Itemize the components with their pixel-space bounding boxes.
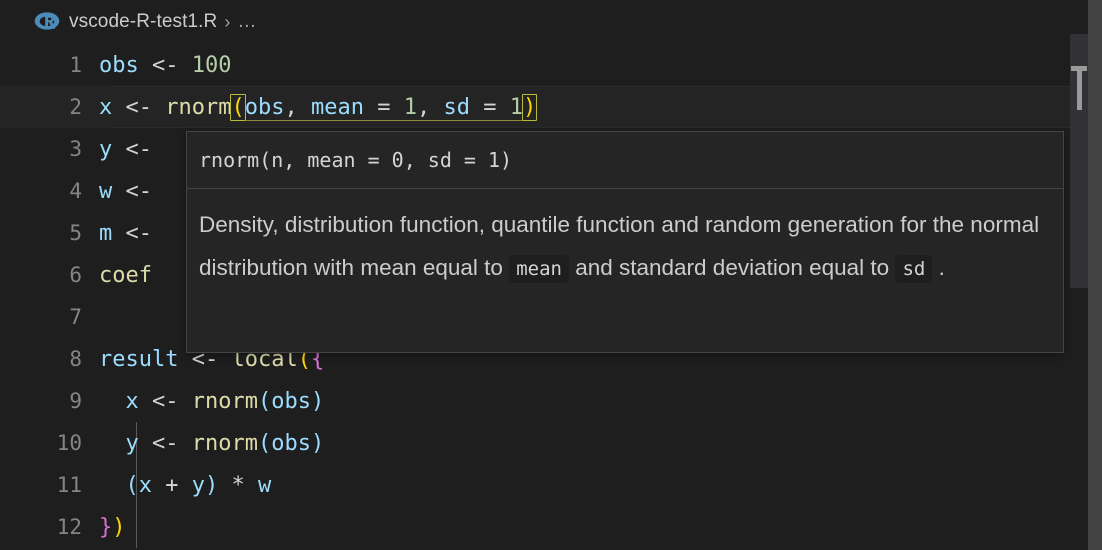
code-line[interactable]: 12 }) bbox=[0, 506, 1070, 548]
token-argument: obs bbox=[271, 388, 311, 414]
token-variable: obs bbox=[99, 52, 139, 78]
breadcrumb-separator-icon: › bbox=[224, 11, 231, 32]
code-line-current[interactable]: 2 x <- rnorm(obs, mean = 1, sd = 1) bbox=[0, 86, 1070, 128]
token-argument-name: mean bbox=[310, 94, 364, 120]
tooltip-signature: rnorm(n, mean = 0, sd = 1) bbox=[199, 148, 513, 172]
breadcrumb: vscode-R-test1.R › … bbox=[0, 0, 1070, 44]
tooltip-signature-row: rnorm(n, mean = 0, sd = 1) bbox=[187, 132, 1063, 189]
bracket-match-open: ( bbox=[230, 93, 246, 121]
line-number: 3 bbox=[69, 137, 82, 161]
token-variable: x bbox=[125, 388, 139, 414]
token-function: rnorm bbox=[191, 388, 258, 414]
token-paren: ) bbox=[205, 472, 219, 498]
token-operator: <- bbox=[125, 178, 153, 204]
token-argument: obs bbox=[271, 430, 311, 456]
token-argument-name: sd bbox=[443, 94, 470, 120]
code-line[interactable]: 10 y <- rnorm(obs) bbox=[0, 422, 1070, 464]
vertical-scrollbar-track[interactable] bbox=[1088, 0, 1102, 550]
line-number: 10 bbox=[56, 431, 82, 455]
line-number: 4 bbox=[69, 179, 82, 203]
token-variable: y bbox=[125, 430, 139, 456]
line-content[interactable]: x <- rnorm(obs, mean = 1, sd = 1) bbox=[98, 93, 1070, 121]
line-number: 8 bbox=[69, 347, 82, 371]
tooltip-code-sd: sd bbox=[895, 255, 933, 283]
minimap[interactable] bbox=[1070, 0, 1088, 550]
line-number: 6 bbox=[69, 263, 82, 287]
token-operator: <- bbox=[152, 388, 179, 414]
code-line[interactable]: 9 x <- rnorm(obs) bbox=[0, 380, 1070, 422]
token-operator: <- bbox=[125, 94, 153, 120]
hover-tooltip: rnorm(n, mean = 0, sd = 1) Density, dist… bbox=[186, 131, 1064, 353]
code-line[interactable]: 1 obs <- 100 bbox=[0, 44, 1070, 86]
editor-root: vscode-R-test1.R › … 1 obs <- 100 2 x <-… bbox=[0, 0, 1102, 550]
token-argument: obs bbox=[244, 94, 285, 120]
vertical-scrollbar-thumb[interactable] bbox=[1088, 0, 1102, 550]
tooltip-text-part2: and standard deviation equal to bbox=[568, 255, 896, 280]
token-operator: + bbox=[152, 472, 192, 498]
token-paren: ( bbox=[257, 388, 272, 414]
token-variable: m bbox=[99, 220, 113, 246]
token-paren: ( bbox=[257, 430, 272, 456]
tooltip-description: Density, distribution function, quantile… bbox=[187, 189, 1063, 291]
tooltip-code-mean: mean bbox=[509, 255, 569, 283]
r-language-icon bbox=[34, 11, 60, 33]
token-punct: , bbox=[416, 94, 444, 120]
token-brace: } bbox=[99, 514, 113, 540]
line-content[interactable]: x <- rnorm(obs) bbox=[98, 389, 1070, 414]
line-number: 7 bbox=[69, 305, 82, 329]
token-function: coef bbox=[99, 262, 152, 288]
line-number: 12 bbox=[56, 515, 82, 539]
token-paren: ( bbox=[125, 472, 139, 498]
token-number: 1 bbox=[509, 94, 523, 120]
token-variable: w bbox=[258, 472, 272, 498]
token-operator: <- bbox=[152, 430, 179, 456]
token-operator: <- bbox=[125, 136, 153, 162]
token-variable: result bbox=[99, 346, 179, 372]
token-paren: ) bbox=[112, 514, 126, 540]
minimap-glyph-t-icon bbox=[1071, 66, 1087, 110]
breadcrumb-overflow[interactable]: … bbox=[237, 11, 257, 33]
tooltip-text-part3: . bbox=[932, 255, 945, 280]
line-number: 2 bbox=[69, 95, 82, 119]
token-punct: , bbox=[284, 94, 311, 120]
token-paren: ) bbox=[310, 430, 325, 456]
token-operator: = bbox=[469, 94, 510, 120]
token-number: 1 bbox=[403, 94, 417, 120]
token-variable: x bbox=[99, 94, 113, 120]
token-number: 100 bbox=[191, 52, 232, 78]
line-content[interactable]: }) bbox=[98, 515, 1070, 540]
token-operator: <- bbox=[152, 52, 179, 78]
token-function: rnorm bbox=[165, 94, 232, 120]
line-content[interactable]: obs <- 100 bbox=[98, 53, 1070, 78]
line-number: 1 bbox=[69, 53, 82, 77]
code-line[interactable]: 11 (x + y) * w bbox=[0, 464, 1070, 506]
line-number: 11 bbox=[56, 473, 82, 497]
token-variable: x bbox=[138, 472, 152, 498]
bracket-match-close: ) bbox=[521, 93, 538, 121]
breadcrumb-file-name[interactable]: vscode-R-test1.R bbox=[69, 11, 217, 33]
token-operator: = bbox=[363, 94, 404, 120]
line-number: 5 bbox=[69, 221, 82, 245]
bracket-match-range: obs, mean = 1, sd = 1 bbox=[244, 94, 523, 121]
token-function: rnorm bbox=[191, 430, 258, 456]
token-variable: y bbox=[99, 136, 113, 162]
line-number: 9 bbox=[69, 389, 82, 413]
line-content[interactable]: y <- rnorm(obs) bbox=[98, 431, 1070, 456]
token-paren: ) bbox=[310, 388, 325, 414]
token-operator: * bbox=[218, 472, 258, 498]
line-content[interactable]: (x + y) * w bbox=[98, 473, 1070, 498]
token-variable: y bbox=[191, 472, 205, 498]
token-variable: w bbox=[99, 178, 113, 204]
token-operator: <- bbox=[125, 220, 153, 246]
